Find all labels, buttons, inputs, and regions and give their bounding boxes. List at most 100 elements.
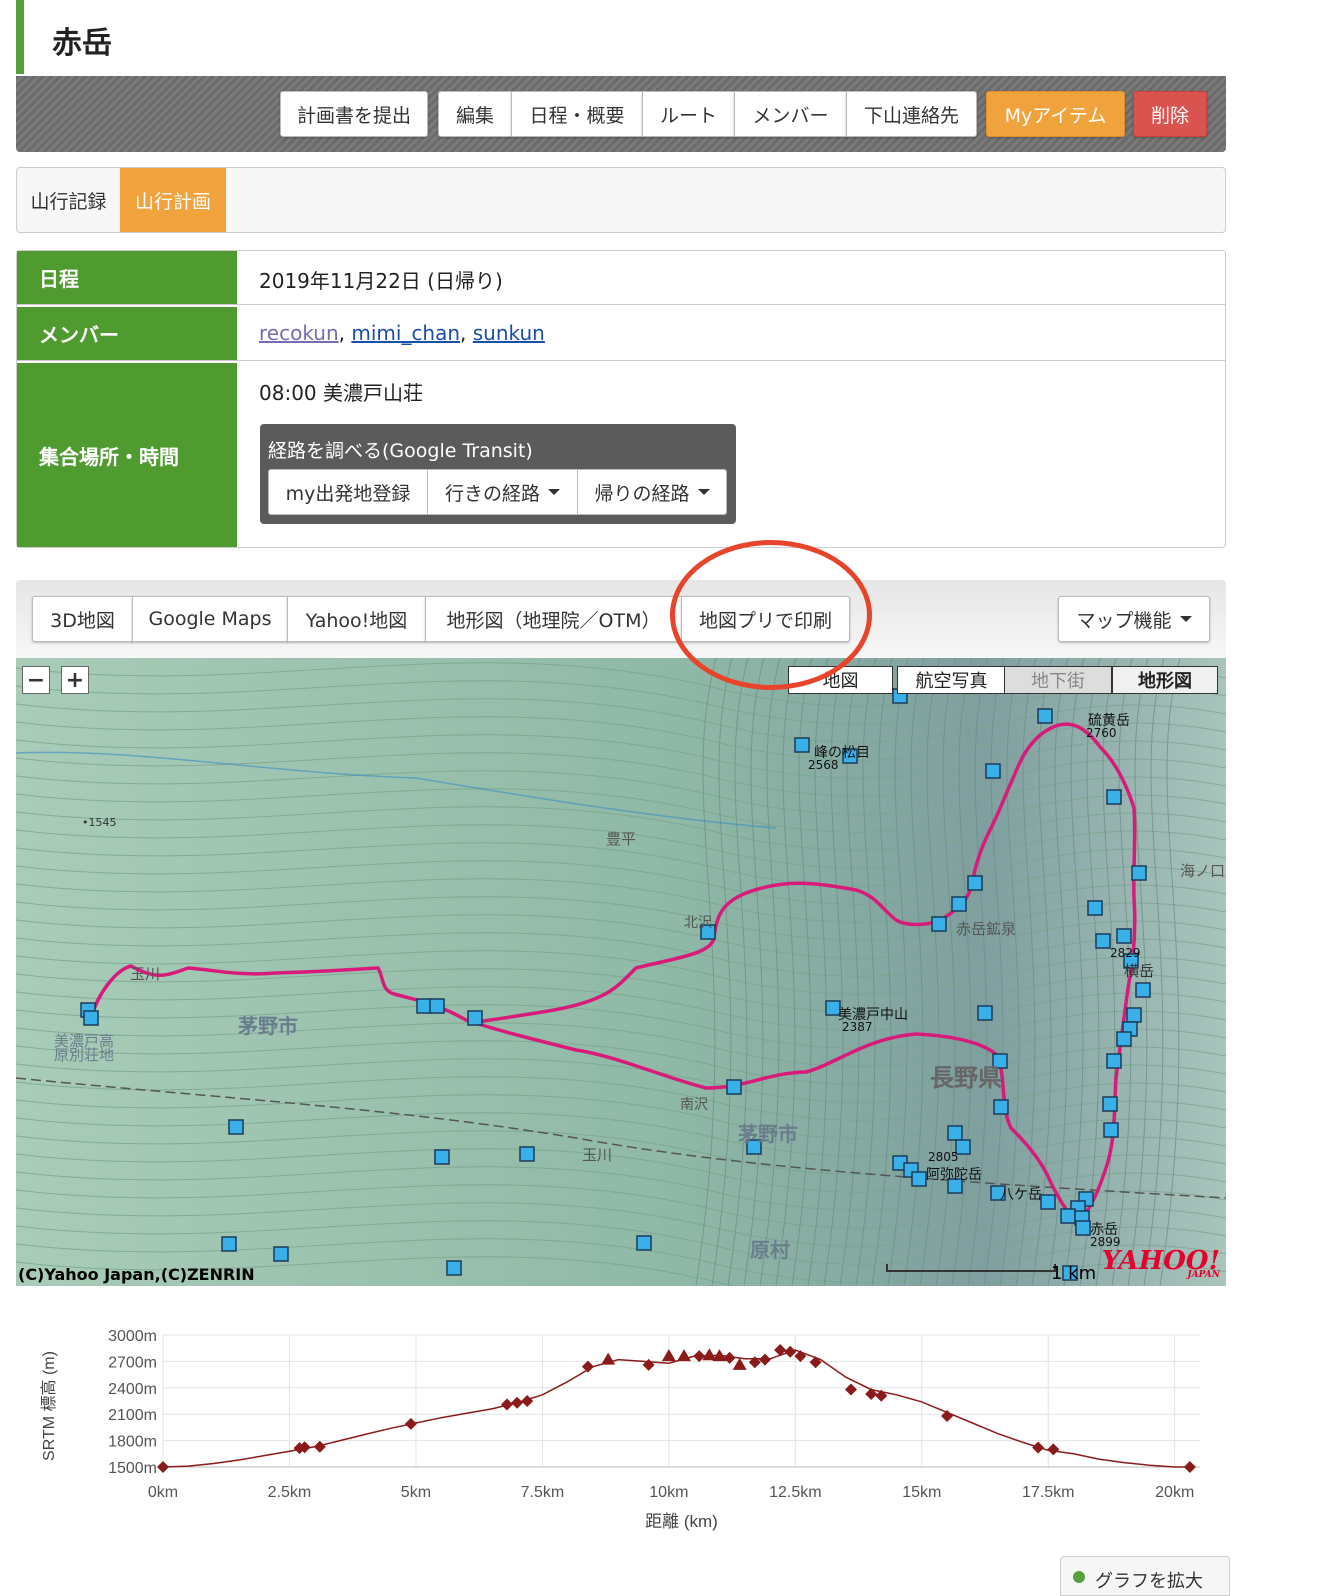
x-tick-label: 20km xyxy=(1155,1484,1194,1501)
waypoint-marker[interactable] xyxy=(967,875,983,891)
waypoint-marker[interactable] xyxy=(429,998,445,1014)
waypoint-marker[interactable] xyxy=(1102,1096,1118,1112)
map-toolbar: 3D地図 Google Maps Yahoo!地図 地形図（地理院／OTM） 地… xyxy=(16,580,1226,658)
waypoint-marker[interactable] xyxy=(1106,1053,1122,1069)
map-place-label: 茅野市 xyxy=(238,1014,298,1038)
elevation-chart[interactable]: 1500m 1800m 2100m 2400m 2700m 3000m 0km 2.5km 5k… xyxy=(30,1315,1230,1545)
x-tick-label: 2.5km xyxy=(268,1484,312,1501)
google-maps-button[interactable]: Google Maps xyxy=(132,596,288,642)
back-route-label: 帰りの経路 xyxy=(594,482,690,505)
map-place-label: 玉川 xyxy=(582,1146,613,1164)
tab-record[interactable]: 山行記録 xyxy=(17,168,120,232)
elevation-chart-svg: 1500m 1800m 2100m 2400m 2700m 3000m 0km 2.5km 5k… xyxy=(40,1328,1200,1531)
waypoint-marker[interactable] xyxy=(1131,865,1147,881)
waypoint-marker[interactable] xyxy=(1106,789,1122,805)
waypoint-marker[interactable] xyxy=(1037,708,1053,724)
waypoint-marker[interactable] xyxy=(467,1010,483,1026)
x-tick-label: 17.5km xyxy=(1022,1484,1074,1501)
go-route-button[interactable]: 行きの経路 xyxy=(427,469,578,515)
waypoint-marker[interactable] xyxy=(1103,1122,1119,1138)
topo-map-button[interactable]: 地形図（地理院／OTM） xyxy=(425,596,682,642)
map-place-label: 2387 xyxy=(842,1020,873,1034)
waypoint-marker[interactable] xyxy=(1087,900,1103,916)
members-button[interactable]: メンバー xyxy=(734,91,847,137)
member-link[interactable]: mimi_chan xyxy=(351,321,460,345)
waypoint-marker[interactable] xyxy=(951,896,967,912)
map-place-label: 2805 xyxy=(928,1150,959,1164)
my-start-button[interactable]: my出発地登録 xyxy=(268,469,428,515)
waypoint-marker[interactable] xyxy=(1040,1194,1056,1210)
zoom-in-button[interactable]: + xyxy=(61,666,89,694)
map-type-terrain[interactable]: 地形図 xyxy=(1112,666,1218,694)
waypoint-marker[interactable] xyxy=(83,1010,99,1026)
diamond-marker xyxy=(941,1409,954,1422)
triangle-marker xyxy=(601,1352,616,1365)
yahoo-map-button[interactable]: Yahoo!地図 xyxy=(287,596,426,642)
route-map[interactable]: − + 地図 航空写真 地下街 地形図 硫黄岳 2760 峰の松目 2568 豊平 赤岳鉱… xyxy=(16,658,1226,1286)
waypoint-marker[interactable] xyxy=(993,1099,1009,1115)
chart-expand-button[interactable]: グラフを拡大 xyxy=(1060,1556,1230,1596)
date-value: 2019年11月22日 (日帰り) xyxy=(259,269,503,293)
tab-plan[interactable]: 山行計画 xyxy=(120,168,226,232)
zoom-out-button[interactable]: − xyxy=(22,666,50,694)
waypoint-marker[interactable] xyxy=(519,1146,535,1162)
map-canvas[interactable] xyxy=(16,658,1226,1286)
member-link[interactable]: recokun xyxy=(259,321,339,345)
waypoint-marker[interactable] xyxy=(1135,982,1151,998)
x-tick-label: 12.5km xyxy=(769,1484,821,1501)
map-place-label: 南沢 xyxy=(680,1097,708,1113)
submit-plan-button[interactable]: 計画書を提出 xyxy=(280,91,428,137)
waypoint-marker[interactable] xyxy=(977,1005,993,1021)
contact-button[interactable]: 下山連絡先 xyxy=(846,91,977,137)
diamond-marker xyxy=(693,1350,706,1363)
diamond-marker xyxy=(809,1356,822,1369)
map-features-dropdown[interactable]: マップ機能 xyxy=(1058,596,1210,642)
waypoint-marker[interactable] xyxy=(434,1149,450,1165)
diamond-marker xyxy=(404,1417,417,1430)
schedule-button[interactable]: 日程・概要 xyxy=(511,91,643,137)
map-place-label: 豊平 xyxy=(606,830,637,848)
map-place-label: 2760 xyxy=(1086,726,1117,740)
waypoint-marker[interactable] xyxy=(636,1235,652,1251)
back-route-button[interactable]: 帰りの経路 xyxy=(577,469,727,515)
waypoint-marker[interactable] xyxy=(273,1246,289,1262)
my-item-button[interactable]: Myアイテム xyxy=(986,91,1125,137)
action-toolbar: 計画書を提出 編集 日程・概要 ルート メンバー 下山連絡先 Myアイテム 削除 xyxy=(16,76,1226,152)
waypoint-marker[interactable] xyxy=(1116,1031,1132,1047)
waypoint-marker[interactable] xyxy=(1126,1007,1142,1023)
diamond-marker xyxy=(758,1353,771,1366)
waypoint-marker[interactable] xyxy=(985,763,1001,779)
x-tick-label: 15km xyxy=(902,1484,941,1501)
route-button[interactable]: ルート xyxy=(642,91,735,137)
waypoint-marker[interactable] xyxy=(1060,1208,1076,1224)
delete-button[interactable]: 削除 xyxy=(1133,91,1207,137)
triangle-marker xyxy=(732,1357,747,1370)
waypoint-marker[interactable] xyxy=(221,1236,237,1252)
diamond-marker xyxy=(511,1396,524,1409)
waypoint-marker[interactable] xyxy=(446,1260,462,1276)
waypoint-marker[interactable] xyxy=(1075,1220,1091,1236)
waypoint-marker[interactable] xyxy=(931,916,947,932)
waypoint-marker[interactable] xyxy=(1095,933,1111,949)
map-place-label: 原別荘地 xyxy=(54,1046,115,1064)
waypoint-marker[interactable] xyxy=(1116,928,1132,944)
diamond-marker xyxy=(500,1398,513,1411)
member-list: recokun, mimi_chan, sunkun xyxy=(259,321,545,345)
highlight-circle xyxy=(670,540,872,690)
map-3d-button[interactable]: 3D地図 xyxy=(32,596,133,642)
waypoint-marker[interactable] xyxy=(911,1171,927,1187)
map-type-underground[interactable]: 地下街 xyxy=(1004,666,1112,694)
waypoint-marker[interactable] xyxy=(228,1119,244,1135)
waypoint-marker[interactable] xyxy=(726,1079,742,1095)
edit-button[interactable]: 編集 xyxy=(438,91,512,137)
y-tick-label: 2100m xyxy=(108,1407,157,1424)
map-type-aerial[interactable]: 航空写真 xyxy=(897,666,1006,694)
yahoo-logo: YAHOO! JAPAN xyxy=(1102,1246,1220,1280)
waypoint-marker[interactable] xyxy=(416,998,432,1014)
map-place-label: 長野県 xyxy=(930,1064,1002,1092)
member-link[interactable]: sunkun xyxy=(473,321,545,345)
waypoint-marker[interactable] xyxy=(794,737,810,753)
diamond-marker xyxy=(1183,1461,1196,1473)
map-place-label: 阿弥陀岳 xyxy=(926,1167,982,1183)
waypoint-marker[interactable] xyxy=(947,1125,963,1141)
